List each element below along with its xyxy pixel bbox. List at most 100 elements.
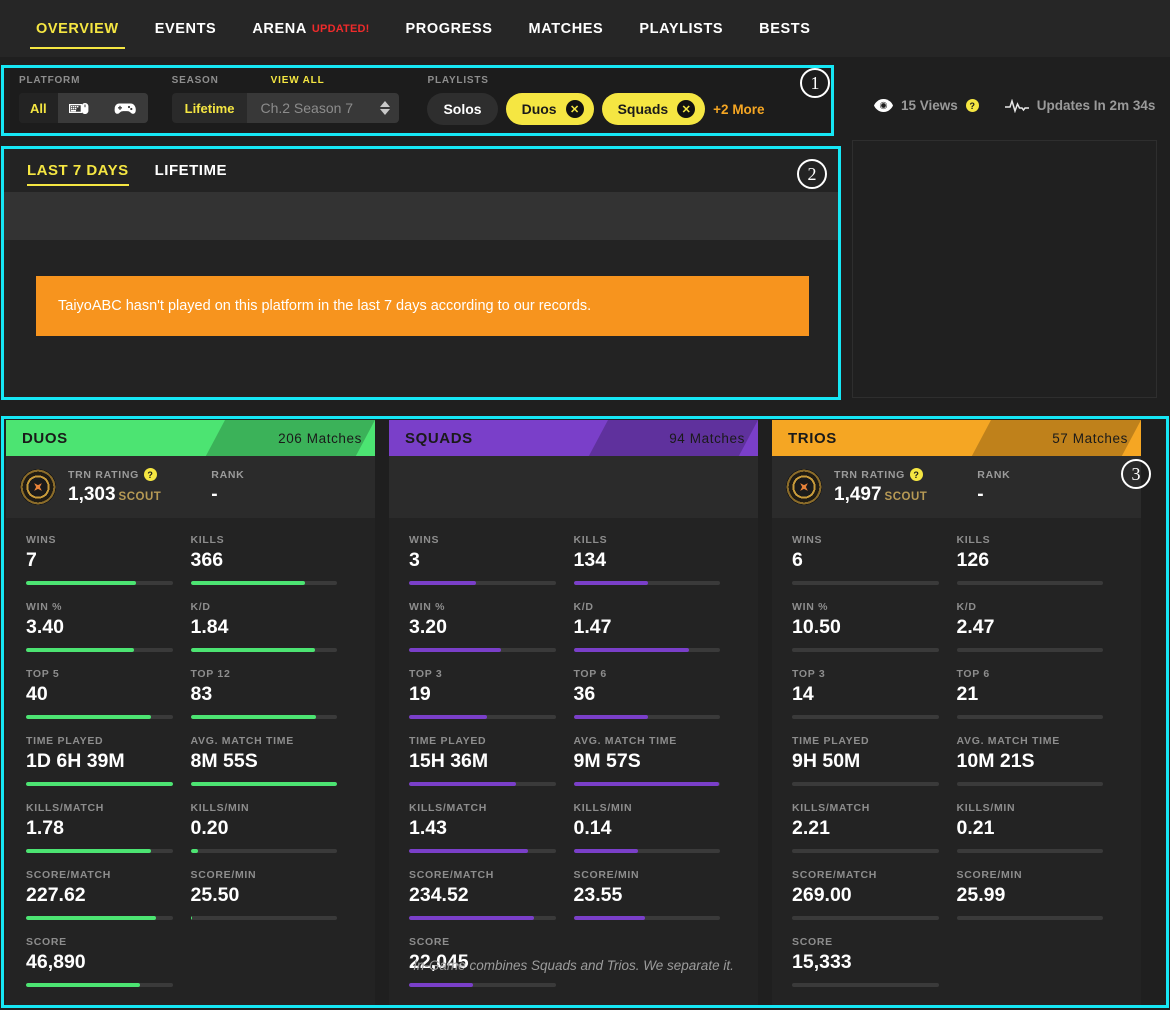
stat-progress-fill — [409, 782, 516, 786]
close-icon[interactable]: ✕ — [677, 100, 696, 118]
stat-label: TIME PLAYED — [792, 735, 870, 747]
stat-value: 40 — [26, 683, 48, 705]
mode-card-matches: 206 Matches — [278, 430, 362, 446]
rank-value: - — [977, 483, 984, 505]
playlist-more-link[interactable]: +2 More — [713, 102, 764, 117]
stat-item: TIME PLAYED 9H 50M — [792, 735, 957, 786]
keyboard-mouse-icon[interactable] — [57, 93, 102, 123]
stat-progress-fill — [26, 782, 173, 786]
period-section: LAST 7 DAYS LIFETIME TaiyoABC hasn't play… — [3, 148, 839, 398]
stat-value: 9H 50M — [792, 750, 861, 772]
stat-label: SCORE/MATCH — [409, 869, 495, 881]
gamepad-icon[interactable] — [101, 93, 148, 123]
stat-item: WIN % 3.40 — [26, 601, 191, 652]
platform-label: PLATFORM — [19, 75, 81, 86]
stat-value: 7 — [26, 549, 37, 571]
stat-value: 25.50 — [190, 884, 240, 906]
trn-rating-value-row: 1,303 SCOUT — [68, 484, 161, 506]
stat-progress-bar — [792, 916, 939, 920]
rating-badge-icon — [786, 469, 822, 505]
stat-progress-fill — [190, 916, 192, 920]
stat-item: AVG. MATCH TIME 8M 55S — [190, 735, 356, 786]
stat-item: TOP 12 83 — [190, 668, 356, 719]
season-select[interactable]: Ch.2 Season 7 — [247, 93, 400, 123]
stat-progress-fill — [26, 983, 141, 987]
stat-value: 23.55 — [573, 884, 623, 906]
nav-tab-matches[interactable]: MATCHES — [511, 0, 622, 57]
stat-item: KILLS/MATCH 1.78 — [26, 802, 191, 853]
chevron-updown-icon[interactable] — [380, 101, 391, 115]
stat-item: KILLS/MATCH 1.43 — [409, 802, 574, 853]
stat-progress-bar — [26, 916, 173, 920]
trn-rating-block: TRN RATING? 1,303 SCOUT — [68, 468, 161, 506]
season-lifetime-button[interactable]: Lifetime — [171, 93, 248, 123]
stat-label: SCORE/MATCH — [792, 869, 878, 881]
period-tab-lifetime[interactable]: LIFETIME — [155, 148, 227, 192]
stat-value: 227.62 — [26, 884, 86, 906]
stat-progress-bar — [573, 916, 720, 920]
stat-label: K/D — [190, 601, 211, 613]
stat-label: KILLS/MIN — [573, 802, 633, 814]
stat-progress-fill — [573, 849, 638, 853]
nav-tab-overview[interactable]: OVERVIEW — [18, 0, 137, 57]
stat-progress-fill — [573, 916, 646, 920]
nav-tab-arena[interactable]: ARENA UPDATED! — [234, 0, 387, 57]
period-tab-last-7-days[interactable]: LAST 7 DAYS — [27, 148, 129, 192]
stat-progress-bar — [956, 715, 1103, 719]
views-help-icon[interactable]: ? — [965, 99, 979, 112]
stat-label: WINS — [26, 534, 57, 546]
view-all-link[interactable]: VIEW ALL — [271, 75, 325, 87]
filter-bar: PLATFORM All SEASON VIEW ALL Lifetime Ch… — [3, 67, 832, 134]
stat-label: TOP 3 — [792, 668, 826, 680]
nav-tab-bests[interactable]: BESTS — [741, 0, 828, 57]
stat-label: KILLS — [190, 534, 225, 546]
mode-card-duos: DUOS 206 Matches TRN RATING? 1,303 SCOUT RANK… — [6, 420, 375, 1007]
stat-value: 15,333 — [792, 951, 852, 973]
platform-segmented-control[interactable]: All — [19, 93, 148, 123]
stat-value: 36 — [573, 683, 596, 705]
stat-label: SCORE/MATCH — [26, 869, 112, 881]
stat-item: KILLS 126 — [956, 534, 1122, 585]
nav-tab-label: ARENA — [252, 20, 307, 37]
stat-item: TOP 3 19 — [409, 668, 574, 719]
stat-label: WIN % — [792, 601, 829, 613]
stat-progress-fill — [190, 715, 317, 719]
trn-rating-tier: SCOUT — [118, 491, 162, 503]
stat-progress-bar — [956, 849, 1103, 853]
stat-item: SCORE/MATCH 227.62 — [26, 869, 191, 920]
stat-item: SCORE 15,333 — [792, 936, 957, 987]
mode-card-title: SQUADS — [405, 429, 473, 447]
trn-rating-tier: SCOUT — [884, 491, 928, 503]
platform-option-all[interactable]: All — [19, 93, 58, 123]
stat-progress-bar — [409, 715, 556, 719]
stat-progress-bar — [26, 849, 173, 853]
stat-label: SCORE/MIN — [956, 869, 1023, 881]
stat-progress-bar — [573, 581, 720, 585]
stat-value: 234.52 — [409, 884, 469, 906]
stat-progress-bar — [409, 849, 556, 853]
nav-tab-label: BESTS — [759, 20, 811, 37]
playlist-chip-squads[interactable]: Squads ✕ — [601, 93, 706, 125]
trn-rating-label-text: TRN RATING — [834, 468, 905, 481]
stat-value: 0.21 — [956, 817, 995, 839]
trn-rating-help-icon[interactable]: ? — [909, 468, 923, 481]
stat-label: TOP 5 — [26, 668, 60, 680]
stat-item: WIN % 3.20 — [409, 601, 574, 652]
stat-value: 10.50 — [792, 616, 841, 638]
nav-tab-playlists[interactable]: PLAYLISTS — [621, 0, 741, 57]
playlist-chip-duos[interactable]: Duos ✕ — [505, 93, 594, 125]
stat-grid: WINS 3 KILLS 134 WIN % 3.20 K/D 1.47 TOP 3 19 TOP … — [389, 518, 758, 1003]
season-label: SEASON — [171, 75, 219, 86]
season-control[interactable]: Lifetime Ch.2 Season 7 — [171, 93, 400, 123]
playlist-chip-solos[interactable]: Solos — [427, 93, 498, 125]
stat-label: K/D — [956, 601, 977, 613]
stat-item: WINS 6 — [792, 534, 957, 585]
trn-rating-help-icon[interactable]: ? — [143, 468, 157, 481]
nav-tab-events[interactable]: EVENTS — [137, 0, 235, 57]
stat-progress-bar — [409, 782, 556, 786]
stat-progress-fill — [26, 849, 151, 853]
trn-rating-row: TRN RATING? 1,497 SCOUT RANK - — [772, 456, 1141, 518]
close-icon[interactable]: ✕ — [565, 100, 584, 118]
nav-tab-progress[interactable]: PROGRESS — [388, 0, 511, 57]
stat-item: KILLS 366 — [190, 534, 356, 585]
